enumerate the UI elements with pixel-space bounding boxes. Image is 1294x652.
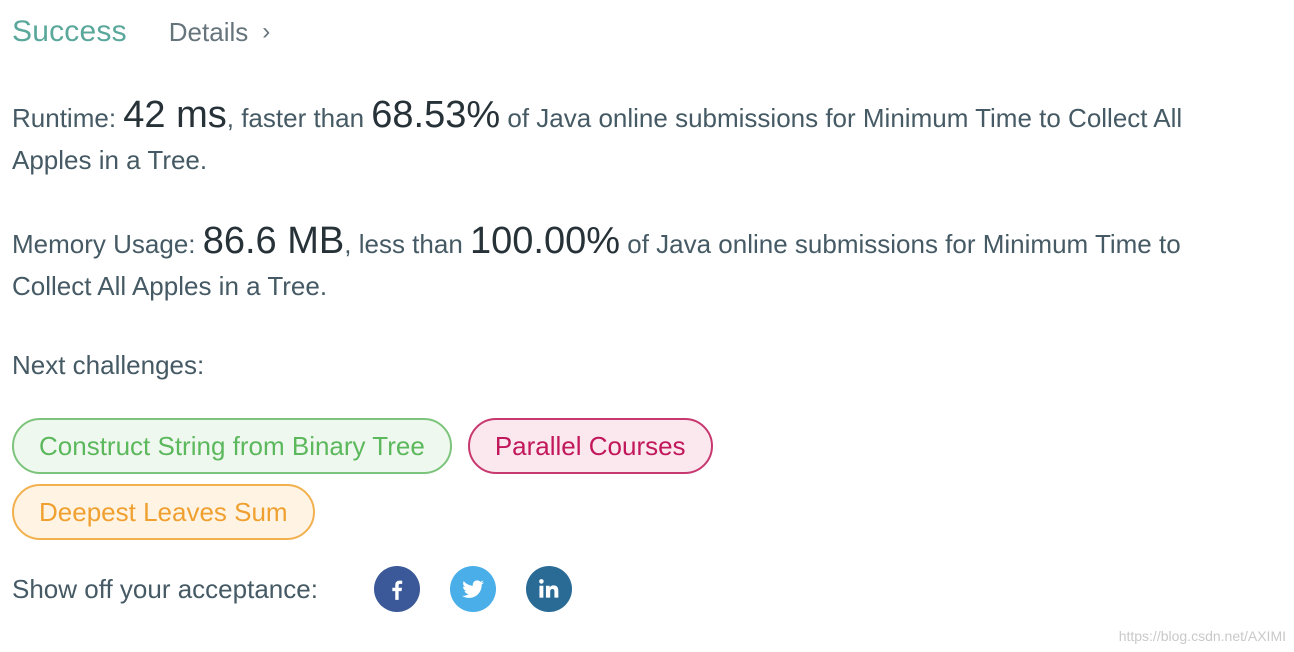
runtime-percentile: 68.53% [371, 94, 501, 136]
challenge-chip-parallel-courses[interactable]: Parallel Courses [467, 418, 713, 474]
share-label: Show off your acceptance: [12, 573, 318, 604]
linkedin-share-button[interactable] [525, 566, 572, 612]
challenge-chip-deepest-leaves-sum[interactable]: Deepest Leaves Sum [12, 484, 315, 540]
next-challenges-list: Construct String from Binary Tree Paralle… [12, 418, 912, 550]
memory-label: Memory Usage: [12, 229, 203, 259]
memory-comparison: , less than [344, 229, 470, 259]
details-label: Details [168, 16, 249, 47]
linkedin-icon [539, 579, 559, 598]
result-header: Success Details › [12, 10, 270, 54]
watermark: https://blog.csdn.net/AXIMI [1118, 628, 1286, 644]
runtime-value: 42 ms [123, 94, 227, 136]
memory-percentile: 100.00% [470, 220, 621, 262]
twitter-share-button[interactable] [449, 566, 496, 612]
next-challenges-label: Next challenges: [12, 350, 205, 380]
facebook-icon [392, 580, 403, 600]
twitter-icon [462, 580, 484, 598]
memory-value: 86.6 MB [202, 220, 345, 262]
memory-stat: Memory Usage: 86.6 MB, less than 100.00%… [12, 220, 1242, 307]
runtime-label: Runtime: [12, 103, 124, 133]
chevron-right-icon: › [262, 18, 271, 45]
challenge-chip-construct-string[interactable]: Construct String from Binary Tree [12, 418, 452, 474]
runtime-stat: Runtime: 42 ms, faster than 68.53% of Ja… [12, 94, 1242, 181]
submission-status: Success [12, 15, 127, 48]
share-section: Show off your acceptance: [12, 565, 572, 613]
facebook-share-button[interactable] [373, 566, 420, 612]
details-link[interactable]: Details › [169, 17, 270, 48]
runtime-comparison: , faster than [226, 103, 372, 133]
